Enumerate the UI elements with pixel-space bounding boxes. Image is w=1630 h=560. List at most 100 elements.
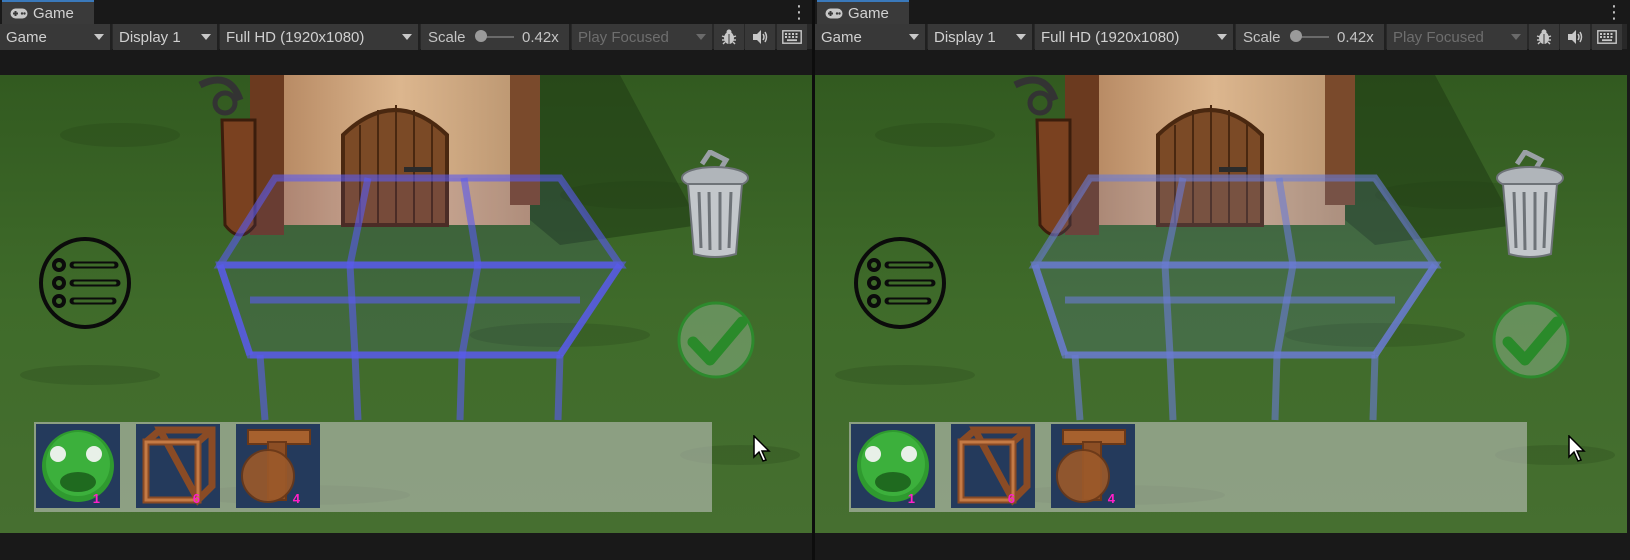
play-mode-value: Play Focused <box>1393 28 1484 46</box>
display-dropdown[interactable]: Display 1 <box>113 24 217 50</box>
game-view-panel-right: Game ⋮ Game Display 1 Full HD (1920x1080… <box>815 0 1627 560</box>
bug-icon <box>721 29 737 45</box>
toolbar-separator <box>925 24 927 50</box>
play-mode-value: Play Focused <box>578 28 669 46</box>
trash-can-icon <box>681 148 749 258</box>
game-viewport[interactable]: 1 6 4 <box>0 75 812 533</box>
scale-label: Scale <box>1243 28 1281 46</box>
scale-label: Scale <box>428 28 466 46</box>
inventory-slot[interactable]: 1 <box>36 424 120 508</box>
viewport-letterbox-top <box>815 51 1627 75</box>
play-mode-dropdown[interactable]: Play Focused <box>1387 24 1527 50</box>
wooden-cube-frame-icon <box>142 426 216 506</box>
view-mode-dropdown[interactable]: Game <box>815 24 925 50</box>
view-mode-value: Game <box>6 28 47 46</box>
chevron-down-icon <box>909 34 919 40</box>
keyboard-icon <box>782 30 802 44</box>
stats-bug-button[interactable] <box>714 24 744 50</box>
scale-slider-thumb[interactable] <box>1289 30 1302 42</box>
tab-game[interactable]: Game <box>2 0 94 24</box>
chevron-down-icon <box>402 34 412 40</box>
view-mode-dropdown[interactable]: Game <box>0 24 110 50</box>
view-mode-value: Game <box>821 28 862 46</box>
scale-control: Scale 0.42x <box>421 24 569 50</box>
confirm-button[interactable] <box>1491 300 1571 380</box>
item-count: 6 <box>192 491 200 506</box>
resolution-dropdown[interactable]: Full HD (1920x1080) <box>220 24 418 50</box>
stats-bug-button[interactable] <box>1529 24 1559 50</box>
mute-audio-button[interactable] <box>1560 24 1590 50</box>
chevron-down-icon <box>1217 34 1227 40</box>
menu-button[interactable] <box>37 235 133 331</box>
keyboard-shortcuts-button[interactable] <box>1592 24 1622 50</box>
inventory-bar: 1 6 4 <box>34 422 712 512</box>
green-slime-icon <box>857 430 929 502</box>
display-dropdown[interactable]: Display 1 <box>928 24 1032 50</box>
wooden-cube-frame-icon <box>957 426 1031 506</box>
menu-button[interactable] <box>852 235 948 331</box>
tab-bar: Game ⋮ <box>0 0 812 24</box>
mouse-cursor-icon <box>1568 435 1586 462</box>
scale-control: Scale 0.42x <box>1236 24 1384 50</box>
checkmark-icon <box>677 301 755 379</box>
scale-slider-thumb[interactable] <box>474 30 487 42</box>
toolbar-separator <box>569 24 571 50</box>
resolution-value: Full HD (1920x1080) <box>1041 28 1180 46</box>
chevron-down-icon <box>696 34 706 40</box>
viewport-letterbox-bottom <box>0 533 812 560</box>
item-count: 4 <box>292 491 300 506</box>
kebab-menu-icon[interactable]: ⋮ <box>790 2 808 22</box>
kebab-menu-icon[interactable]: ⋮ <box>1605 2 1623 22</box>
resolution-dropdown[interactable]: Full HD (1920x1080) <box>1035 24 1233 50</box>
game-toolbar: Game Display 1 Full HD (1920x1080) Scale… <box>0 24 812 50</box>
gamepad-icon <box>825 8 843 19</box>
inventory-slot[interactable]: 6 <box>136 424 220 508</box>
list-menu-icon <box>39 237 131 329</box>
item-count: 6 <box>1007 491 1015 506</box>
game-toolbar: Game Display 1 Full HD (1920x1080) Scale… <box>815 24 1627 50</box>
toolbar-separator <box>1032 24 1034 50</box>
tab-bar: Game ⋮ <box>815 0 1627 24</box>
keyboard-shortcuts-button[interactable] <box>777 24 807 50</box>
inventory-slot[interactable]: 4 <box>1051 424 1135 508</box>
scale-value: 0.42x <box>1337 28 1374 46</box>
speaker-icon <box>1568 30 1583 44</box>
game-view-panel-left: Game ⋮ Game Display 1 Full HD (1920x1080… <box>0 0 812 560</box>
trash-can-icon <box>1496 148 1564 258</box>
toolbar-separator <box>1233 24 1235 50</box>
chevron-down-icon <box>201 34 211 40</box>
inventory-slot[interactable]: 4 <box>236 424 320 508</box>
green-slime-icon <box>42 430 114 502</box>
toolbar-separator <box>418 24 420 50</box>
toolbar-separator <box>217 24 219 50</box>
toolbar-separator <box>110 24 112 50</box>
list-menu-icon <box>854 237 946 329</box>
tab-label: Game <box>848 4 889 22</box>
item-count: 1 <box>907 491 915 506</box>
chevron-down-icon <box>1511 34 1521 40</box>
checkmark-icon <box>1492 301 1570 379</box>
toolbar-separator <box>1384 24 1386 50</box>
speaker-icon <box>753 30 768 44</box>
item-count: 1 <box>92 491 100 506</box>
inventory-bar: 1 6 4 <box>849 422 1527 512</box>
inventory-slot[interactable]: 6 <box>951 424 1035 508</box>
wooden-t-table-icon <box>241 429 311 503</box>
confirm-button[interactable] <box>676 300 756 380</box>
mouse-cursor-icon <box>753 435 771 462</box>
display-value: Display 1 <box>934 28 996 46</box>
inventory-slot[interactable]: 1 <box>851 424 935 508</box>
tab-game[interactable]: Game <box>817 0 909 24</box>
chevron-down-icon <box>1016 34 1026 40</box>
gamepad-icon <box>10 8 28 19</box>
viewport-letterbox-top <box>0 51 812 75</box>
mute-audio-button[interactable] <box>745 24 775 50</box>
scale-value: 0.42x <box>522 28 559 46</box>
display-value: Display 1 <box>119 28 181 46</box>
trash-can-button[interactable] <box>680 148 750 260</box>
bug-icon <box>1536 29 1552 45</box>
viewport-letterbox-bottom <box>815 533 1627 560</box>
game-viewport[interactable]: 1 6 4 <box>815 75 1627 533</box>
trash-can-button[interactable] <box>1495 148 1565 260</box>
play-mode-dropdown[interactable]: Play Focused <box>572 24 712 50</box>
